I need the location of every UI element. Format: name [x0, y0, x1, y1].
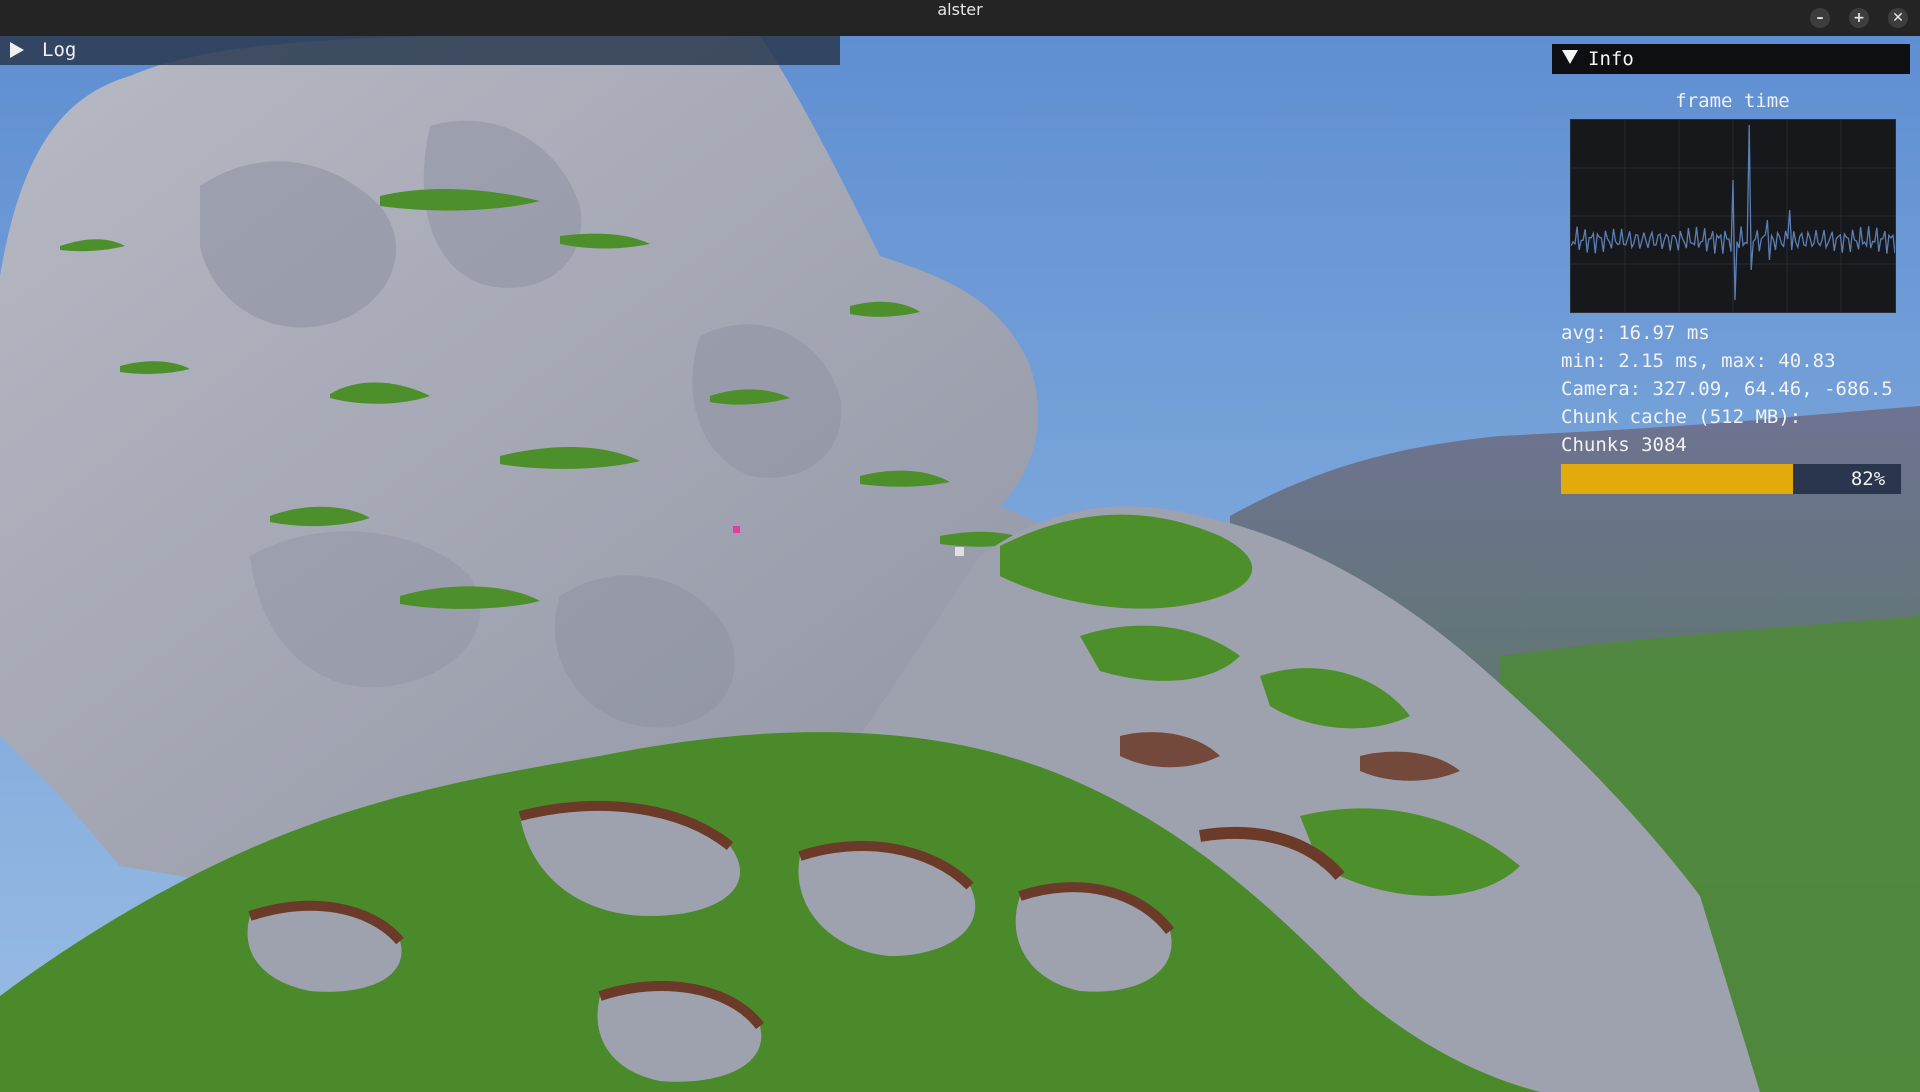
- frame-time-plot-title: frame time: [1675, 90, 1790, 112]
- min-max-frame-time: min: 2.15 ms, max: 40.83: [1561, 350, 1836, 372]
- close-button[interactable]: ✕: [1888, 8, 1908, 28]
- chunk-cache-progress-bar: 82%: [1561, 464, 1901, 494]
- marker-dot: [733, 526, 740, 533]
- maximize-button[interactable]: +: [1849, 8, 1869, 28]
- expanded-arrow-icon: [1562, 50, 1578, 64]
- info-panel: Info frame time avg: 16.97 ms min: 2.15 …: [1552, 44, 1910, 496]
- title-bar: alster – + ✕: [0, 0, 1920, 36]
- progress-label: 82%: [1850, 468, 1886, 490]
- info-panel-label: Info: [1588, 48, 1634, 70]
- crosshair: [955, 547, 964, 556]
- log-panel-label: Log: [42, 39, 77, 61]
- progress-fill: [1561, 464, 1794, 494]
- collapsed-arrow-icon: [10, 42, 24, 58]
- minimize-button[interactable]: –: [1810, 8, 1830, 28]
- log-panel-header[interactable]: Log: [0, 36, 840, 65]
- camera-position: Camera: 327.09, 64.46, -686.5: [1561, 378, 1893, 400]
- chunk-count: Chunks 3084: [1561, 434, 1687, 456]
- frame-time-plot: [1570, 119, 1896, 313]
- avg-frame-time: avg: 16.97 ms: [1561, 322, 1710, 344]
- chunk-cache-label: Chunk cache (512 MB):: [1561, 406, 1802, 428]
- info-panel-header[interactable]: Info: [1552, 44, 1910, 74]
- window-title: alster: [937, 0, 983, 19]
